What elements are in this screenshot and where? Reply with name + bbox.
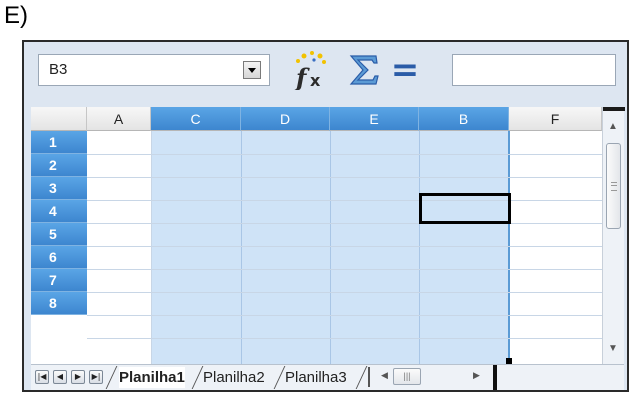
column-header[interactable]: F [509, 107, 602, 131]
tab-separator [355, 366, 368, 389]
grid-line [87, 246, 602, 247]
grid-line [87, 200, 602, 201]
tab-bar-edge [493, 365, 497, 390]
row-header[interactable]: 8 [31, 292, 87, 315]
fx-icon[interactable]: f x [290, 50, 330, 90]
svg-text:f: f [294, 63, 310, 90]
row-header[interactable]: 1 [31, 131, 87, 154]
tab-planilha2[interactable]: Planilha2 [203, 367, 265, 388]
tab-scroll-divider[interactable] [368, 367, 370, 387]
cell-grid[interactable]: A C D E B F 1 2 3 4 5 6 7 8 [31, 107, 602, 364]
row-header[interactable]: 4 [31, 200, 87, 223]
equals-icon[interactable]: = [390, 53, 420, 87]
column-header[interactable]: E [330, 107, 419, 131]
tab-separator [105, 366, 118, 389]
column-header[interactable]: A [87, 107, 151, 131]
question-label: E) [4, 2, 28, 29]
row-header[interactable]: 5 [31, 223, 87, 246]
grid-line [87, 338, 602, 339]
spreadsheet-window: B3 f x = A C D E B F 1 2 3 4 5 6 7 8 ▲ ▼… [22, 40, 629, 392]
grid-line [87, 223, 602, 224]
name-box-value: B3 [49, 61, 68, 78]
formula-input[interactable] [452, 54, 616, 86]
prev-sheet-icon[interactable]: ◀ [53, 370, 67, 384]
scroll-left-icon[interactable]: ◀ [381, 370, 388, 381]
split-handle[interactable] [603, 107, 625, 111]
scroll-up-icon[interactable]: ▲ [608, 121, 618, 132]
next-sheet-icon[interactable]: ▶ [71, 370, 85, 384]
tab-planilha1[interactable]: Planilha1 [119, 367, 185, 388]
first-sheet-icon[interactable]: |◀ [35, 370, 49, 384]
tab-separator [191, 366, 204, 389]
grid-line [87, 269, 602, 270]
row-header[interactable]: 6 [31, 246, 87, 269]
last-sheet-icon[interactable]: ▶| [89, 370, 103, 384]
grid-line [87, 315, 602, 316]
grip-icon [611, 182, 617, 191]
select-all-corner[interactable] [31, 107, 87, 131]
row-header[interactable]: 2 [31, 154, 87, 177]
row-header[interactable]: 7 [31, 269, 87, 292]
vertical-scrollbar[interactable]: ▲ ▼ [602, 107, 625, 364]
tab-separator [273, 366, 286, 389]
horizontal-scroll-thumb[interactable]: ||| [393, 368, 421, 385]
grid-line [419, 131, 420, 364]
chevron-down-icon[interactable] [243, 61, 261, 79]
grid-line [87, 292, 602, 293]
column-header[interactable]: B [419, 107, 509, 131]
grid-line [509, 131, 510, 364]
grid-line [330, 131, 331, 364]
row-header[interactable]: 3 [31, 177, 87, 200]
column-header[interactable]: C [151, 107, 241, 131]
sheet-tab-bar: |◀ ◀ ▶ ▶| Planilha1 Planilha2 Planilha3 … [31, 364, 624, 390]
sigma-icon[interactable] [346, 52, 382, 88]
grid-line [87, 177, 602, 178]
scroll-thumb[interactable] [606, 143, 621, 229]
name-box[interactable]: B3 [38, 54, 270, 86]
formula-bar: B3 f x = [24, 42, 627, 108]
column-header[interactable]: D [241, 107, 330, 131]
svg-text:x: x [310, 71, 321, 90]
grid-line [151, 131, 152, 364]
scroll-right-icon[interactable]: ▶ [473, 370, 480, 381]
grid-line [87, 154, 602, 155]
active-cell[interactable] [419, 193, 511, 224]
scroll-down-icon[interactable]: ▼ [608, 343, 618, 354]
tab-planilha3[interactable]: Planilha3 [285, 367, 347, 388]
grid-line [241, 131, 242, 364]
